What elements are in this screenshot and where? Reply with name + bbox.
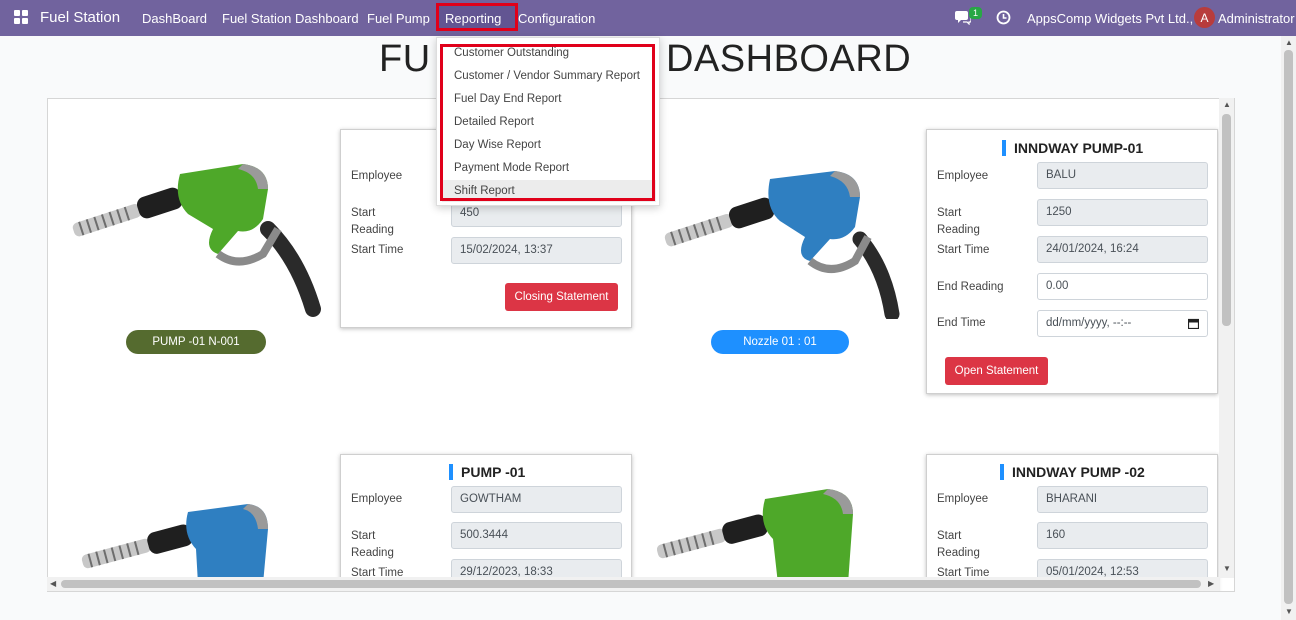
- employee-label: Employee: [351, 170, 403, 182]
- scroll-left-arrow[interactable]: ◀: [50, 579, 56, 588]
- pump-pill[interactable]: PUMP -01 N-001: [126, 330, 266, 354]
- scroll-down-arrow[interactable]: ▼: [1285, 607, 1293, 616]
- start-reading-field[interactable]: 160: [1037, 522, 1208, 549]
- pump-card-title: PUMP -01: [449, 464, 525, 480]
- message-count-badge: 1: [969, 7, 983, 19]
- pump-card-title: INNDWAY PUMP-01: [1002, 140, 1143, 156]
- page-title-left: FU: [379, 38, 431, 80]
- scroll-up-arrow[interactable]: ▲: [1223, 100, 1231, 109]
- end-reading-input[interactable]: 0.00: [1037, 273, 1208, 300]
- calendar-icon[interactable]: [1188, 318, 1199, 329]
- start-reading-label-2: Reading: [937, 224, 980, 236]
- start-time-field[interactable]: 24/01/2024, 16:24: [1037, 236, 1208, 263]
- employee-field[interactable]: BHARANI: [1037, 486, 1208, 513]
- end-time-input[interactable]: dd/mm/yyyy, --:--: [1037, 310, 1208, 337]
- nav-fuel-pump[interactable]: Fuel Pump: [367, 11, 430, 26]
- activity-clock-icon[interactable]: [996, 10, 1011, 25]
- nav-configuration[interactable]: Configuration: [518, 11, 595, 26]
- scroll-up-arrow[interactable]: ▲: [1285, 38, 1293, 47]
- employee-field[interactable]: BALU: [1037, 162, 1208, 189]
- start-reading-field[interactable]: 1250: [1037, 199, 1208, 226]
- start-reading-label-2: Reading: [351, 547, 394, 559]
- dashboard-vertical-scrollbar[interactable]: ▲ ▼: [1219, 98, 1234, 578]
- pump-card-title: INNDWAY PUMP -02: [1000, 464, 1145, 480]
- top-navbar: Fuel Station DashBoard Fuel Station Dash…: [0, 0, 1296, 36]
- scrollbar-thumb[interactable]: [61, 580, 1201, 588]
- pump-card-2: INNDWAY PUMP-01 Employee BALU Start Read…: [926, 129, 1218, 394]
- end-time-label: End Time: [937, 317, 986, 329]
- apps-menu-icon[interactable]: [14, 10, 29, 25]
- employee-field[interactable]: GOWTHAM: [451, 486, 622, 513]
- fuel-nozzle-blue-image: [81, 504, 268, 584]
- nozzle-pill[interactable]: Nozzle 01 : 01: [711, 330, 849, 354]
- fuel-nozzle-green-image: [72, 164, 321, 317]
- page-vertical-scrollbar[interactable]: ▲ ▼: [1281, 36, 1296, 620]
- start-reading-label-1: Start: [351, 530, 376, 542]
- scroll-right-arrow[interactable]: ▶: [1208, 579, 1214, 588]
- start-reading-label-2: Reading: [937, 547, 980, 559]
- menu-highlight-outline: [440, 44, 655, 201]
- employee-label: Employee: [937, 170, 989, 182]
- start-reading-label-1: Start: [351, 207, 376, 219]
- start-reading-label-2: Reading: [351, 224, 394, 236]
- end-reading-label: End Reading: [937, 281, 1004, 293]
- company-switcher[interactable]: AppsComp Widgets Pvt Ltd.,: [1027, 11, 1193, 26]
- nav-fuel-station-dashboard[interactable]: Fuel Station Dashboard: [222, 11, 359, 26]
- fuel-nozzle-green-image: [656, 489, 853, 584]
- start-reading-label-1: Start: [937, 207, 962, 219]
- closing-statement-button[interactable]: Closing Statement: [505, 283, 618, 311]
- start-time-label: Start Time: [937, 244, 990, 256]
- user-avatar[interactable]: A: [1194, 7, 1215, 28]
- scrollbar-thumb[interactable]: [1284, 50, 1293, 604]
- pump-card-4: INNDWAY PUMP -02 Employee BHARANI Start …: [926, 454, 1218, 591]
- start-time-field[interactable]: 15/02/2024, 13:37: [451, 237, 622, 264]
- app-brand[interactable]: Fuel Station: [40, 9, 120, 26]
- fuel-nozzle-blue-image: [664, 171, 900, 319]
- employee-label: Employee: [351, 493, 403, 505]
- page-title-right: DASHBOARD: [666, 38, 912, 80]
- end-time-placeholder: dd/mm/yyyy, --:--: [1046, 317, 1132, 329]
- start-time-label: Start Time: [351, 244, 404, 256]
- dashboard-horizontal-scrollbar[interactable]: ◀ ▶: [47, 577, 1219, 591]
- scrollbar-thumb[interactable]: [1222, 114, 1231, 326]
- start-reading-field[interactable]: 500.3444: [451, 522, 622, 549]
- user-menu[interactable]: Administrator: [1218, 11, 1295, 26]
- open-statement-button[interactable]: Open Statement: [945, 357, 1048, 385]
- employee-label: Employee: [937, 493, 989, 505]
- start-reading-label-1: Start: [937, 530, 962, 542]
- nav-reporting[interactable]: Reporting: [445, 11, 501, 26]
- pump-card-3: PUMP -01 Employee GOWTHAM Start Reading …: [340, 454, 632, 591]
- scroll-down-arrow[interactable]: ▼: [1223, 564, 1231, 573]
- nav-dashboard[interactable]: DashBoard: [142, 11, 207, 26]
